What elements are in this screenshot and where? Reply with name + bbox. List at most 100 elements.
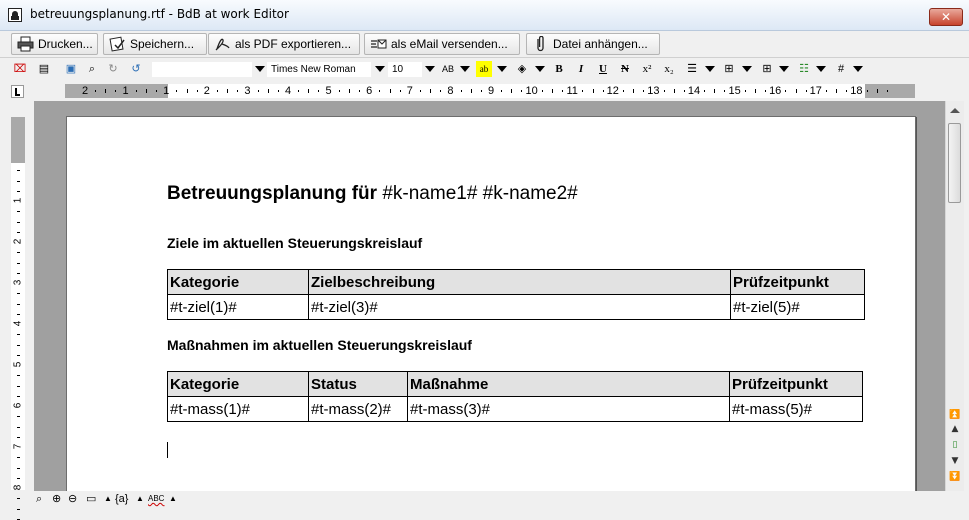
ruler-tick [17,293,20,295]
tab-stop-icon[interactable] [11,85,24,98]
table-cell[interactable]: #t-mass(5)# [729,396,863,422]
page-icon[interactable]: ▯ [948,439,962,451]
title-bold-part: Betreuungsplanung für [167,183,378,204]
ruler-number: 16 [769,85,782,97]
spellcheck-button[interactable]: ABC [148,492,164,506]
ruler-tick [17,395,20,397]
document-page[interactable]: Betreuungsplanung für #k-name1# #k-name2… [66,116,916,491]
superscript-button[interactable]: x² [639,61,655,77]
ruler-tick [115,90,117,92]
ruler-tick [227,89,229,93]
italic-button[interactable]: I [573,61,589,77]
bold-button[interactable]: B [551,61,567,77]
close-button[interactable]: ✕ [929,8,963,26]
export-pdf-label: als PDF exportieren... [235,37,352,51]
underline-button[interactable]: U [595,61,611,77]
list-icon[interactable]: ☷ [796,61,812,77]
ruler-tick [825,90,827,92]
ruler-tick [521,90,523,92]
document-area[interactable]: Betreuungsplanung für #k-name1# #k-name2… [34,101,945,491]
ruler-number: 7 [12,443,24,450]
ruler-tick [886,90,888,92]
field-code-button[interactable]: {a} [115,492,128,506]
vertical-ruler[interactable]: 1 2 3 4 5 6 7 8 [11,117,25,520]
properties-icon[interactable]: ▤ [36,61,52,77]
ruler-tick [145,89,147,93]
scroll-thumb[interactable] [948,123,961,203]
ruler-number: 6 [366,85,373,97]
table-cell[interactable]: #t-ziel(3)# [308,294,731,320]
vertical-scrollbar[interactable]: ⏫ ▲ ▯ ▼ ⏬ [945,101,964,491]
page-setup-icon[interactable]: ⌧ [12,61,28,77]
toggle-arrow-icon[interactable]: ▲ [104,492,112,506]
ruler-tick [17,426,20,428]
size-dropdown-arrow-icon[interactable] [425,66,435,72]
ruler-tick [663,90,665,92]
borders-icon[interactable]: ⊞ [759,61,775,77]
measures-table[interactable]: Kategorie Status Maßnahme Prüfzeitpunkt … [167,371,863,422]
table-cell[interactable]: #t-ziel(5)# [730,294,865,320]
top-margin-area [11,117,25,163]
borders-arrow-icon[interactable] [779,66,789,72]
page-down-icon[interactable]: ⏬ [948,471,962,483]
align-left-icon[interactable]: ☰ [684,61,700,77]
table-insert-arrow-icon[interactable] [742,66,752,72]
view-icon[interactable]: ▭ [86,492,96,506]
font-dropdown-arrow-icon[interactable] [375,66,385,72]
save-button[interactable]: Speichern... [103,33,207,55]
redo-icon[interactable]: ↻ [105,61,121,77]
horizontal-ruler[interactable]: 2 1 1 2 3 4 5 6 7 8 9 10 11 12 13 14 15 16 17 18 [65,84,915,98]
highlight-icon[interactable]: ab [476,61,492,77]
list-arrow-icon[interactable] [816,66,826,72]
scroll-up-icon[interactable]: ▲ [948,423,962,435]
table-cell[interactable]: #t-mass(3)# [407,396,730,422]
strikethrough-button[interactable]: N [617,61,633,77]
table-cell[interactable]: #t-mass(2)# [308,396,408,422]
find-icon[interactable]: ⌕ [84,61,100,77]
font-select[interactable]: Times New Roman [267,62,371,77]
ruler-tick [389,89,391,93]
style-dropdown-arrow-icon[interactable] [255,66,265,72]
font-color-arrow-icon[interactable] [460,66,470,72]
section-heading-goals: Ziele im aktuellen Steuerungskreislauf [167,235,423,251]
zoom-out-icon[interactable]: ⊖ [68,492,77,506]
spell-arrow-icon[interactable]: ▲ [169,492,177,506]
ruler-tick [17,508,20,510]
horizontal-ruler-row: 2 1 1 2 3 4 5 6 7 8 9 10 11 12 13 14 15 16 17 18 [0,82,969,100]
style-select[interactable] [152,62,252,77]
zoom-icon[interactable]: ⌕ [36,492,42,506]
fill-color-arrow-icon[interactable] [535,66,545,72]
ruler-tick [419,90,421,92]
print-button[interactable]: Drucken... [11,33,98,55]
insert-image-icon[interactable]: ▣ [63,61,79,77]
goals-table[interactable]: Kategorie Zielbeschreibung Prüfzeitpunkt… [167,269,865,320]
save-icon [109,36,125,52]
field-arrow-icon[interactable] [853,66,863,72]
ruler-tick [805,90,807,92]
field-hash-button[interactable]: # [833,61,849,77]
scroll-down-icon[interactable]: ▼ [948,455,962,467]
ruler-number: 7 [406,85,413,97]
fill-color-icon[interactable]: ◈ [514,61,530,77]
ruler-tick [633,89,635,93]
export-pdf-button[interactable]: als PDF exportieren... [208,33,360,55]
highlight-arrow-icon[interactable] [497,66,507,72]
align-arrow-icon[interactable] [705,66,715,72]
page-up-icon[interactable]: ⏫ [948,409,962,421]
zoom-in-icon[interactable]: ⊕ [52,492,61,506]
table-cell[interactable]: #t-mass(1)# [167,396,309,422]
attach-file-button[interactable]: Datei anhängen... [526,33,660,55]
ruler-tick [470,89,472,93]
ruler-tick [714,89,716,93]
scroll-up-arrow-icon[interactable] [950,108,960,113]
undo-icon[interactable]: ↺ [128,61,144,77]
font-size-select[interactable]: 10 [388,62,422,77]
ruler-number: 5 [325,85,332,97]
table-cell[interactable]: #t-ziel(1)# [167,294,309,320]
table-header-cell: Status [308,371,408,397]
field-arrow-icon[interactable]: ▲ [136,492,144,506]
subscript-button[interactable]: x₂ [661,61,677,77]
table-insert-icon[interactable]: ⊞ [721,61,737,77]
font-color-icon[interactable]: AB [440,61,456,77]
send-email-button[interactable]: als eMail versenden... [364,33,520,55]
